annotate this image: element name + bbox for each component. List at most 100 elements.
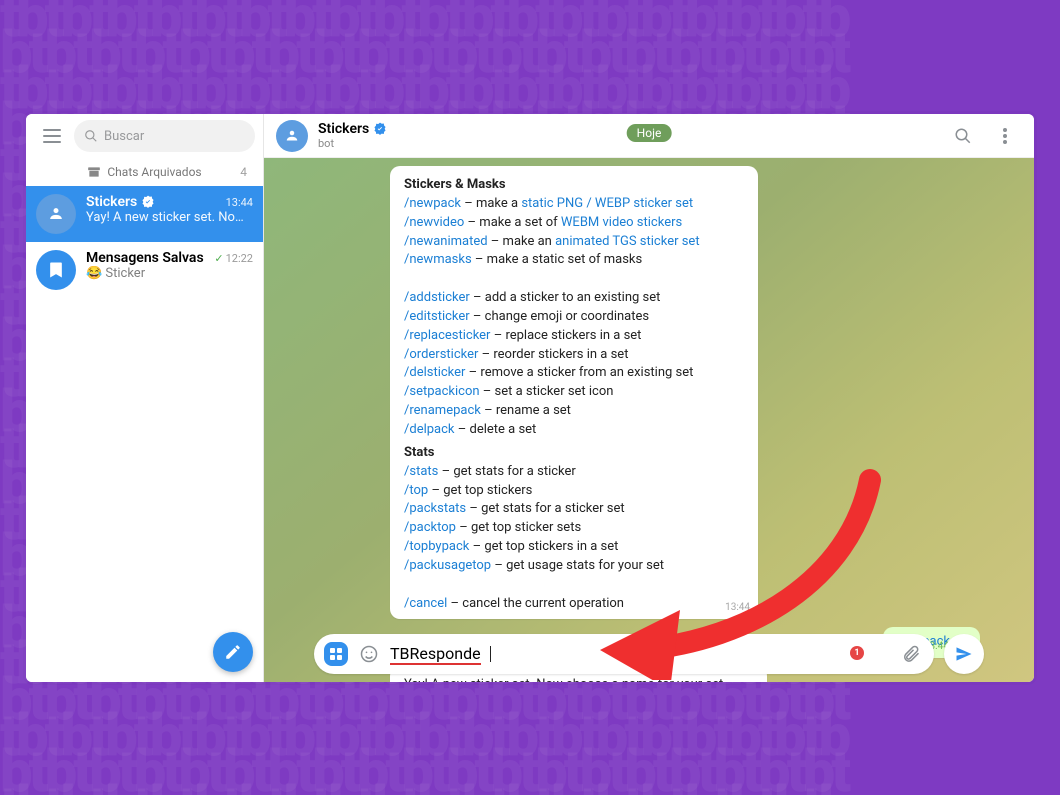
section-title: Stats — [404, 444, 744, 463]
command-link[interactable]: /packusagetop — [404, 558, 491, 573]
archived-chats[interactable]: Chats Arquivados 4 — [26, 158, 263, 186]
command-line: /packstats – get stats for a sticker set — [404, 500, 744, 519]
command-line: /packusagetop – get usage stats for your… — [404, 557, 744, 576]
command-line: /newpack – make a static PNG / WEBP stic… — [404, 195, 744, 214]
message-time: 13:44 — [725, 601, 750, 616]
command-line: /topbypack – get top stickers in a set — [404, 538, 744, 557]
send-button[interactable] — [944, 634, 984, 674]
text-cursor — [490, 646, 491, 662]
command-link[interactable]: /addsticker — [404, 290, 470, 305]
command-line: /renamepack – rename a set — [404, 402, 744, 421]
attach-button[interactable] — [898, 641, 924, 667]
command-desc: – delete a set — [455, 422, 537, 437]
command-link[interactable]: /replacesticker — [404, 328, 490, 343]
command-line: /top – get top stickers — [404, 482, 744, 501]
command-desc: – get top stickers — [428, 483, 532, 498]
command-line: /delsticker – remove a sticker from an e… — [404, 364, 744, 383]
command-desc: – remove a sticker from an existing set — [465, 365, 693, 380]
composer[interactable]: TBResponde — [314, 634, 934, 674]
search-input-wrap[interactable]: Buscar — [74, 120, 255, 152]
command-link[interactable]: /editsticker — [404, 309, 470, 324]
command-link[interactable]: /delpack — [404, 422, 455, 437]
command-line: /cancel – cancel the current operation — [404, 595, 744, 614]
command-desc: – make a — [461, 196, 521, 211]
pencil-icon — [224, 643, 242, 661]
command-link[interactable]: /newvideo — [404, 215, 464, 230]
telegram-window: Buscar Chats Arquivados 4 Stickers13:44Y… — [26, 114, 1034, 682]
command-line: /ordersticker – reorder stickers in a se… — [404, 346, 744, 365]
command-link[interactable]: /newanimated — [404, 234, 488, 249]
command-desc: – cancel the current operation — [447, 596, 624, 611]
inline-link[interactable]: WEBM video stickers — [561, 215, 682, 230]
chat-list: Stickers 13:44Yay! A new sticker set. Now… — [26, 186, 263, 682]
header-actions — [946, 119, 1022, 153]
emoji-button[interactable] — [356, 641, 382, 667]
chat-name: Stickers — [86, 194, 137, 210]
sidebar-top: Buscar — [26, 114, 263, 158]
messages: Stickers & Masks/newpack – make a static… — [264, 158, 1034, 682]
command-desc: – add a sticker to an existing set — [470, 290, 661, 305]
bot-bubble[interactable]: Stickers & Masks/newpack – make a static… — [390, 166, 758, 619]
command-link[interactable]: /delsticker — [404, 365, 465, 380]
chat-title: Stickers — [318, 121, 369, 137]
command-link[interactable]: /packtop — [404, 520, 456, 535]
command-link[interactable]: /stats — [404, 464, 438, 479]
date-badge: Hoje — [627, 124, 672, 142]
search-icon — [954, 127, 972, 145]
paperclip-icon — [901, 644, 921, 664]
command-link[interactable]: /newmasks — [404, 252, 472, 267]
chat-body: Stickers 13:44Yay! A new sticker set. Now… — [86, 194, 253, 225]
archived-label: Chats Arquivados — [107, 165, 201, 179]
chat-name: Mensagens Salvas — [86, 250, 204, 266]
command-line: /stats – get stats for a sticker — [404, 463, 744, 482]
command-line: /setpackicon – set a sticker set icon — [404, 383, 744, 402]
header-title-block[interactable]: Stickers bot — [318, 121, 387, 150]
header-search-button[interactable] — [946, 119, 980, 153]
composer-row: TBResponde — [264, 634, 1034, 674]
command-desc: – make a set of — [464, 215, 561, 230]
command-desc: – get stats for a sticker set — [466, 501, 625, 516]
command-line: /newmasks – make a static set of masks — [404, 251, 744, 270]
main-area: Stickers bot Hoje Stickers & Masks/newpa… — [264, 114, 1034, 682]
grid-icon — [329, 647, 343, 661]
chat-preview: Yay! A new sticker set. Now ch… — [86, 210, 253, 225]
chat-item[interactable]: Mensagens Salvas ✓12:22😂 Sticker — [26, 242, 263, 298]
emoji-icon — [359, 644, 379, 664]
chat-time: ✓12:22 — [214, 252, 253, 265]
chat-item[interactable]: Stickers 13:44Yay! A new sticker set. Now… — [26, 186, 263, 242]
command-link[interactable]: /ordersticker — [404, 347, 478, 362]
inline-link[interactable]: static PNG / WEBP sticker set — [521, 196, 693, 211]
command-link[interactable]: /topbypack — [404, 539, 469, 554]
command-link[interactable]: /top — [404, 483, 428, 498]
menu-button[interactable] — [34, 118, 70, 154]
header-avatar[interactable] — [276, 120, 308, 152]
command-link[interactable]: /cancel — [404, 596, 447, 611]
chat-preview: 😂 Sticker — [86, 266, 253, 281]
composer-text[interactable]: TBResponde — [390, 644, 481, 665]
command-desc: – make an — [488, 234, 556, 249]
chat-time: 13:44 — [226, 196, 253, 209]
verified-icon — [141, 195, 155, 209]
chat-body: Mensagens Salvas ✓12:22😂 Sticker — [86, 250, 253, 281]
command-desc: – get top stickers in a set — [469, 539, 618, 554]
command-desc: – change emoji or coordinates — [470, 309, 649, 324]
reply-text: Yay! A new sticker set. Now choose a nam… — [404, 677, 727, 682]
send-icon — [954, 644, 974, 664]
command-line: /packtop – get top sticker sets — [404, 519, 744, 538]
command-link[interactable]: /packstats — [404, 501, 466, 516]
command-line: /replacesticker – replace stickers in a … — [404, 327, 744, 346]
command-link[interactable]: /newpack — [404, 196, 461, 211]
archived-count: 4 — [240, 165, 247, 179]
more-icon — [1003, 128, 1007, 144]
command-link[interactable]: /setpackicon — [404, 384, 480, 399]
inline-link[interactable]: animated TGS sticker set — [555, 234, 699, 249]
command-line: /delpack – delete a set — [404, 421, 744, 440]
command-desc: – reorder stickers in a set — [478, 347, 628, 362]
command-link[interactable]: /renamepack — [404, 403, 481, 418]
bot-keyboard-button[interactable] — [324, 642, 348, 666]
compose-fab[interactable] — [213, 632, 253, 672]
command-desc: – make a static set of masks — [472, 252, 643, 267]
menu-icon — [43, 129, 61, 143]
command-line: /editsticker – change emoji or coordinat… — [404, 308, 744, 327]
header-more-button[interactable] — [988, 119, 1022, 153]
